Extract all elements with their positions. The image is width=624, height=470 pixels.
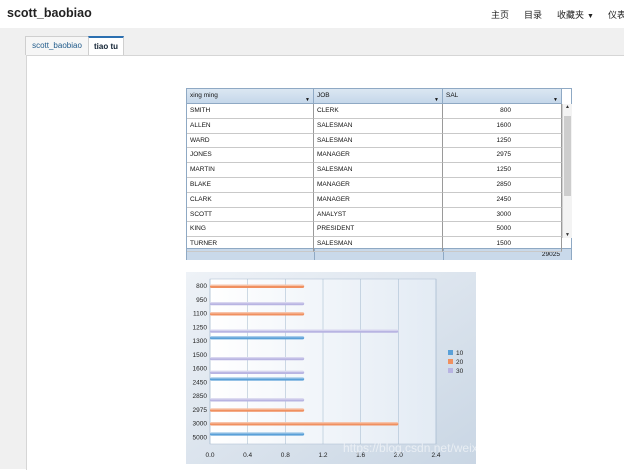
- bar-highlight: [210, 370, 305, 373]
- scroll-up-icon[interactable]: ▲: [563, 104, 572, 110]
- legend-label: 10: [456, 350, 464, 357]
- table-cell: MARTIN: [187, 163, 314, 178]
- y-tick-label: 1500: [193, 352, 208, 359]
- x-tick-label: 0.0: [205, 452, 214, 459]
- legend-swatch: [448, 359, 453, 364]
- table-cell: SALESMAN: [314, 118, 443, 134]
- scroll-down-icon[interactable]: ▼: [563, 232, 572, 238]
- table-cell: SMITH: [187, 104, 314, 119]
- column-header[interactable]: JOB ▼: [314, 89, 443, 104]
- app-title: scott_baobiao: [7, 6, 92, 20]
- table-cell: MANAGER: [314, 148, 443, 164]
- column-header[interactable]: SAL ▼: [443, 89, 562, 104]
- bar-highlight: [210, 329, 399, 331]
- nav-label: 收藏夹: [557, 10, 585, 20]
- table-cell: 2975: [443, 148, 562, 164]
- table-cell: ANALYST: [314, 207, 443, 223]
- table-cell: WARD: [187, 133, 314, 149]
- bar-highlight: [210, 336, 305, 338]
- table-cell: KING: [187, 222, 314, 238]
- y-tick-label: 1600: [193, 366, 208, 373]
- x-tick-label: 1.2: [318, 452, 327, 459]
- table-cell: PRESIDENT: [314, 222, 443, 238]
- nav-label: 仪表: [608, 10, 624, 20]
- y-tick-label: 2450: [193, 379, 208, 386]
- table-cell: 1250: [443, 163, 562, 178]
- legend-label: 20: [456, 359, 464, 366]
- column-header-label: xing ming: [190, 92, 218, 99]
- y-tick-label: 1100: [193, 311, 207, 318]
- table-cell: JONES: [187, 148, 314, 164]
- table-cell: BLAKE: [187, 178, 314, 193]
- bar-highlight: [210, 302, 305, 304]
- bar-highlight: [210, 312, 305, 314]
- table-cell: SALESMAN: [314, 163, 443, 178]
- y-tick-label: 1250: [193, 324, 208, 331]
- tab-0[interactable]: scott_baobiao: [25, 36, 89, 55]
- bar-highlight: [210, 377, 305, 379]
- y-tick-label: 2975: [193, 407, 208, 414]
- table-cell: 2850: [443, 178, 562, 193]
- table-cell: 1600: [443, 118, 562, 134]
- tab-1[interactable]: tiao tu: [88, 36, 124, 55]
- legend-label: 30: [456, 368, 464, 375]
- legend-swatch: [448, 350, 453, 355]
- table-cell: CLERK: [314, 104, 443, 119]
- table-cell: SALESMAN: [314, 237, 443, 252]
- y-tick-label: 800: [196, 283, 207, 290]
- y-tick-label: 3000: [193, 421, 208, 428]
- x-tick-label: 0.8: [281, 452, 290, 459]
- bar-highlight: [210, 357, 305, 359]
- y-tick-label: 950: [196, 297, 207, 304]
- bar-highlight: [210, 432, 305, 434]
- table-cell: CLARK: [187, 192, 314, 208]
- chevron-down-icon: ▼: [587, 13, 594, 20]
- table-cell: MANAGER: [314, 178, 443, 193]
- bar-highlight: [210, 284, 305, 286]
- y-tick-label: 1300: [193, 338, 208, 345]
- y-tick-label: 5000: [193, 434, 208, 441]
- nav-label: 目录: [524, 10, 543, 20]
- watermark: https://blog.csdn.net/weixin_39568073: [343, 441, 548, 455]
- nav-item-0[interactable]: 主页: [491, 8, 509, 21]
- data-table: ▲ ▼ 29025 xing ming ▼ JOB ▼ SAL ▼ SMITH CLERK 80…: [186, 88, 572, 260]
- nav-item-3[interactable]: 仪表: [608, 8, 624, 21]
- table-cell: 5000: [443, 222, 562, 238]
- nav-label: 主页: [491, 10, 510, 20]
- table-cell: 3000: [443, 207, 562, 223]
- table-cell: 2450: [443, 192, 562, 208]
- table-cell: MANAGER: [314, 192, 443, 208]
- table-cell: 1500: [443, 237, 562, 252]
- bar-highlight: [210, 422, 399, 424]
- column-header[interactable]: xing ming ▼: [187, 89, 314, 104]
- legend-swatch: [448, 368, 453, 373]
- table-cell: TURNER: [187, 237, 314, 252]
- column-header-label: SAL: [446, 92, 459, 99]
- y-tick-label: 2850: [193, 393, 208, 400]
- table-cell: ALLEN: [187, 118, 314, 134]
- nav-item-2[interactable]: 收藏夹 ▼: [557, 8, 594, 21]
- nav-item-1[interactable]: 目录: [524, 8, 542, 21]
- bar-highlight: [210, 408, 305, 410]
- x-tick-label: 0.4: [243, 452, 252, 459]
- table-cell: 1250: [443, 133, 562, 149]
- bar-highlight: [210, 398, 305, 400]
- table-cell: 800: [443, 104, 562, 119]
- table-cell: SCOTT: [187, 207, 314, 223]
- table-cell: SALESMAN: [314, 133, 443, 149]
- bar-chart: 800 950 1100 1250 1300 1500 1600 2450 2850 2975 30…: [186, 272, 476, 464]
- scroll-thumb[interactable]: [564, 116, 571, 196]
- table-scrollbar[interactable]: ▲ ▼: [562, 104, 572, 238]
- top-bar: scott_baobiao 主页 目录 收藏夹 ▼ 仪表: [0, 0, 624, 29]
- column-header-label: JOB: [317, 92, 330, 99]
